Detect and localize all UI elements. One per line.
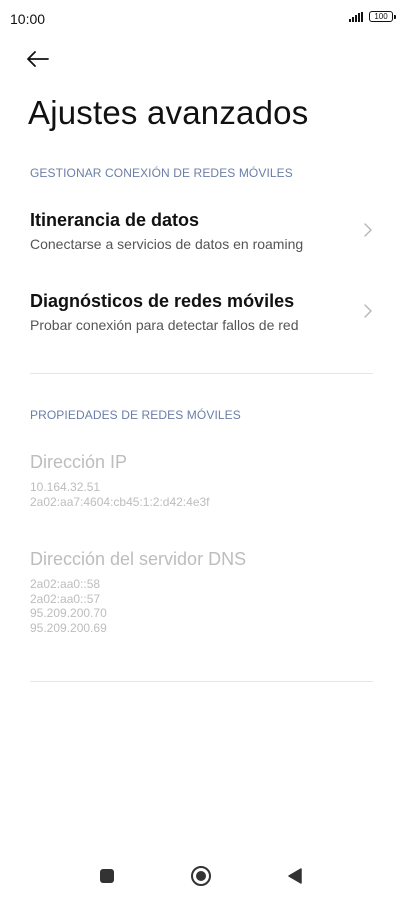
page-title: Ajustes avanzados [28,94,309,131]
dns-address-value: 95.209.200.70 [30,606,107,620]
battery-level: 100 [374,12,388,21]
item-title: Itinerancia de datos [30,210,200,230]
dns-address-value: 2a02:aa0::58 [30,577,101,591]
back-button[interactable] [26,44,58,74]
status-bar: 10:00 100 [0,0,403,36]
status-time: 10:00 [10,11,46,27]
chevron-right-icon [364,223,372,237]
dns-address-value: 2a02:aa0::57 [30,591,101,606]
square-recents-icon [100,869,114,883]
item-title: Diagnósticos de redes móviles [30,291,295,311]
circle-home-icon [191,866,211,886]
signal-icon [349,11,363,22]
ip-address-values: 10.164.32.51 2a02:aa7:4604:cb45:1:2:d42:… [30,480,210,509]
divider [30,373,373,374]
battery-icon: 100 [369,11,396,22]
dns-address-title: Dirección del servidor DNS [30,549,247,569]
chevron-right-icon [364,304,372,318]
dns-address-values: 2a02:aa0::58 2a02:aa0::57 95.209.200.70 … [30,577,107,635]
list-item-network-diagnostics[interactable]: Diagnósticos de redes móviles Probar con… [0,291,403,355]
status-icons: 100 [349,11,396,22]
section-header-manage: GESTIONAR CONEXIÓN DE REDES MÓVILES [30,166,293,180]
ip-address-value: 10.164.32.51 [30,480,101,494]
arrow-left-icon [27,51,49,67]
ip-address-title: Dirección IP [30,452,128,472]
navigation-bar [0,850,403,900]
ip-address-value: 2a02:aa7:4604:cb45:1:2:d42:4e3f [30,494,210,509]
recents-button[interactable] [93,864,121,888]
home-button[interactable] [187,864,215,888]
dns-address-value: 95.209.200.69 [30,620,107,635]
section-header-properties: PROPIEDADES DE REDES MÓVILES [30,408,241,422]
triangle-back-icon [288,868,302,884]
back-nav-button[interactable] [281,864,309,888]
divider [30,681,373,682]
list-item-data-roaming[interactable]: Itinerancia de datos Conectarse a servic… [0,210,403,274]
item-subtitle: Probar conexión para detectar fallos de … [30,317,299,333]
item-subtitle: Conectarse a servicios de datos en roami… [30,236,304,252]
